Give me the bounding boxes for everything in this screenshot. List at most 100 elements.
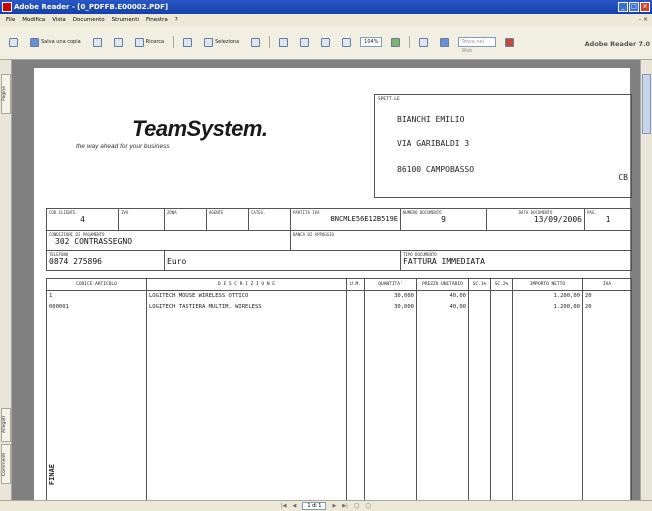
data-doc-cell: DATA DOCUMENTO 13/09/2006 [486,208,585,231]
email-icon [113,37,123,47]
item-description: LOGITECH MOUSE WIRELESS OTTICO [146,290,347,302]
invoice-header-table: COD.CLIENTE 4 IVA ZONA AGENTE CATEG. PART… [46,208,632,271]
col-codice: CODICE ARTICOLO [46,278,147,291]
item-price: 40,00 [416,290,469,302]
pag-cell: PAG. 1 [584,208,632,231]
minimize-button[interactable]: _ [618,2,628,12]
save-icon [30,37,39,47]
scrollbar-thumb[interactable] [642,74,651,134]
menu-modifica[interactable]: Modifica [22,14,45,26]
first-page-icon[interactable]: |◀ [281,503,287,509]
rotate-button[interactable] [416,36,431,48]
camera-icon [251,37,261,47]
fit-width-icon [342,37,352,47]
search-button[interactable]: Ricerca [132,36,167,48]
tab-comments[interactable]: Commenti [1,444,11,484]
page-icon [300,37,310,47]
help-icon [440,37,450,47]
hand-icon [183,37,193,47]
item-net: 1.200,00 [512,290,583,302]
status-bar: |◀ ◀ 1 di 1 ▶ ▶| ◯ ◯ [0,500,652,511]
title-bar: Adobe Reader - [0_PDFFB.E00002.PDF] _ □ … [0,0,652,14]
num-doc-cell: NUMERO DOCUMENTO 9 [400,208,487,231]
col-sc2: SC.2% [490,278,513,291]
cod-cliente-cell: COD.CLIENTE 4 [46,208,119,231]
maximize-button[interactable]: □ [629,2,639,12]
forward-icon[interactable]: ◯ [365,503,371,509]
recipient-address-box: SPETT.LE BIANCHI EMILIO VIA GARIBALDI 3 … [374,94,632,198]
item-price: 40,00 [416,301,469,313]
zona-cell: ZONA [164,208,207,231]
tab-pages[interactable]: Pagine [1,74,11,114]
select-tool-button[interactable]: Seleziona [201,36,242,48]
piva-cell: PARTITA IVA BNCMLE56E12B519E [290,208,401,231]
fit-width-button[interactable] [339,36,354,48]
item-iva: 20 [582,301,632,313]
actual-size-button[interactable] [297,36,312,48]
col-descrizione: D E S C R I Z I O N E [146,278,347,291]
toolbar-separator [269,36,271,48]
address-label: SPETT.LE [378,97,400,102]
toolbar-separator [173,36,175,48]
snapshot-button[interactable] [248,36,263,48]
menu-vista[interactable]: Vista [52,14,66,26]
fit-page-button[interactable] [318,36,333,48]
col-um: U.M. [346,278,365,291]
page-number-field[interactable]: 1 di 1 [302,502,327,510]
email-button[interactable] [111,36,126,48]
back-icon[interactable]: ◯ [354,503,360,509]
menu-file[interactable]: File [6,14,15,26]
col-iva: IVA [582,278,632,291]
item-sc2 [490,290,513,302]
rotate-icon [419,37,429,47]
help-button[interactable] [437,36,452,48]
menu-documento[interactable]: Documento [73,14,105,26]
print-button[interactable] [90,36,105,48]
item-sc2 [490,301,513,313]
col-sc1: SC.1% [468,278,491,291]
banca-cell: BANCA DI APPOGGIO [290,230,632,251]
document-close-icon[interactable]: - × [639,14,648,26]
item-code: 000001 [46,301,147,313]
invoice-page: TeamSystem. the way ahead for your busin… [34,68,632,500]
zoom-icon [279,37,289,47]
recipient-name: BIANCHI EMILIO [397,115,465,124]
text-select-icon [204,37,214,47]
prev-page-icon[interactable]: ◀ [292,503,296,509]
zoom-tool-button[interactable] [276,36,291,48]
next-page-icon[interactable]: ▶ [332,503,336,509]
navigation-pane: Pagine Allegati Commenti [0,60,12,500]
tab-attachments[interactable]: Allegati [1,408,11,442]
web-search-input[interactable]: Trova nel Web [458,37,497,54]
table-filler-row [46,312,632,500]
iva-cell: IVA [118,208,165,231]
zoom-in-icon [391,37,401,47]
col-prezzo: PREZZO UNITARIO [416,278,469,291]
recipient-city: 86100 CAMPOBASSO [397,165,475,174]
last-page-icon[interactable]: ▶| [342,503,348,509]
item-um [346,301,365,313]
menu-help[interactable]: ? [175,14,178,26]
menu-strumenti[interactable]: Strumenti [112,14,139,26]
toolbar-separator [409,36,411,48]
item-code: 1 [46,290,147,302]
hand-tool-button[interactable] [180,36,195,48]
menu-finestra[interactable]: Finestra [146,14,168,26]
toolbar: Salva una copia Ricerca Seleziona 104% T… [0,26,652,60]
tipo-doc-cell: TIPO DOCUMENTO FATTURA IMMEDIATA [400,250,632,271]
close-button[interactable]: × [640,2,650,12]
adobe-tool-button[interactable] [502,36,517,48]
table-row: 000001 LOGITECH TASTIERA MULTIM. WIRELES… [46,301,632,313]
binoculars-icon [134,37,144,47]
agente-cell: AGENTE [206,208,249,231]
save-copy-button[interactable]: Salva una copia [27,36,84,48]
vertical-scrollbar[interactable] [640,60,652,500]
zoom-in-button[interactable] [388,36,403,48]
open-button[interactable] [6,36,21,48]
col-importo: IMPORTO NETTO [512,278,583,291]
logo-tagline: the way ahead for your business [76,143,170,150]
invoice-items-table: CODICE ARTICOLO D E S C R I Z I O N E U.… [46,278,632,500]
telefono-cell: TELEFONO 0874 275896 [46,250,165,271]
zoom-level-field[interactable]: 104% [360,37,383,47]
menu-bar: File Modifica Vista Documento Strumenti … [0,14,652,26]
